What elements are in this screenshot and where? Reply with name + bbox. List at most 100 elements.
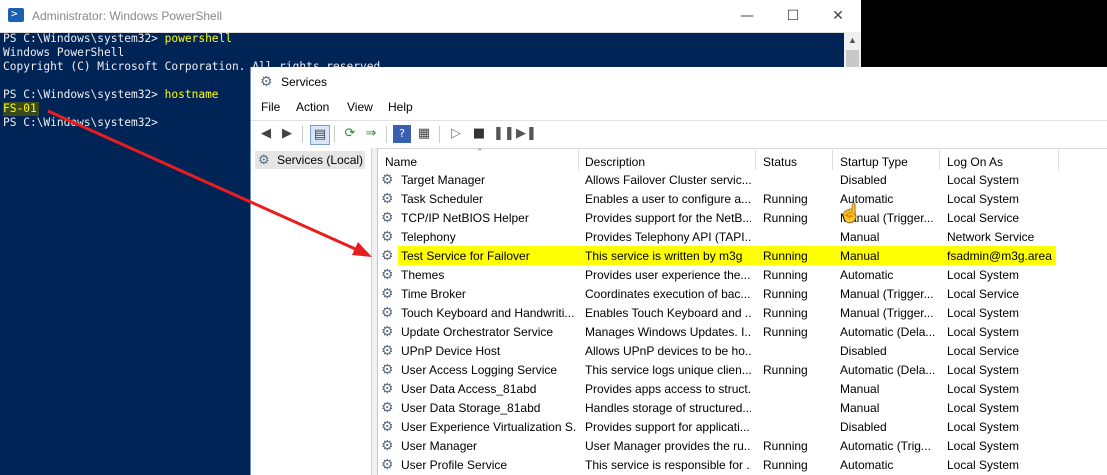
cell-startup: Automatic (Dela... [840,363,936,377]
hostname-output: FS-01 [3,102,39,116]
cell-logon: Local Service [947,211,1020,225]
properties-icon[interactable]: ▦ [415,125,433,143]
back-arrow-icon[interactable]: ◀ [257,125,275,143]
column-header-name[interactable]: Name [385,155,417,169]
forward-arrow-icon[interactable]: ▶ [278,125,296,143]
cell-desc: Provides apps access to struct... [585,382,751,396]
start-service-icon[interactable]: ▷ [447,125,465,143]
cell-name: Themes [401,268,445,282]
cell-logon: Local Service [947,344,1020,358]
cell-startup: Disabled [840,420,887,434]
cell-name: Touch Keyboard and Handwriti... [401,306,575,320]
tree-item-label: Services (Local) [277,153,364,167]
table-row[interactable]: ⚙ User Access Logging Service This service… [378,360,1107,379]
powershell-title: Administrator: Windows PowerShell [32,9,223,23]
console-line: PS C:\Windows\system32> hostname [3,88,219,101]
minimize-button[interactable]: — [724,0,770,32]
table-row[interactable]: ⚙ Update Orchestrator Service Manages Wind… [378,322,1107,341]
show-hide-tree-icon[interactable]: ▤ [310,125,330,145]
service-gear-icon: ⚙ [381,247,394,263]
table-row[interactable]: ⚙ User Data Access_81abd Provides apps acc… [378,379,1107,398]
export-list-icon[interactable]: ⇒ [362,125,380,143]
service-gear-icon: ⚙ [381,399,394,415]
cell-logon: Local System [947,458,1020,472]
table-row[interactable]: ⚙ TCP/IP NetBIOS Helper Provides support f… [378,208,1107,227]
cell-desc: Provides support for applicati... [585,420,750,434]
cell-logon: Local System [947,439,1020,453]
table-row[interactable]: ⚙ Themes Provides user experience the... Ru… [378,265,1107,284]
cell-status: Running [763,192,808,206]
cell-status: Running [763,363,808,377]
cell-startup: Manual [840,382,880,396]
service-gear-icon: ⚙ [381,228,394,244]
restart-service-icon[interactable]: ▶❚ [516,125,537,143]
service-gear-icon: ⚙ [381,342,394,358]
column-header-startup-type[interactable]: Startup Type [840,155,908,169]
cell-logon: Local System [947,173,1020,187]
cell-status: Running [763,287,808,301]
cell-startup: Manual [840,249,880,263]
table-row[interactable]: ⚙ User Profile Service This service is res… [378,455,1107,474]
menu-file[interactable]: File [261,100,280,114]
table-row[interactable]: ⚙ Touch Keyboard and Handwriti... Enables … [378,303,1107,322]
cell-startup: Manual (Trigger... [840,287,934,301]
scroll-up-icon[interactable]: ▲ [844,32,861,49]
services-list: ⌃ Name Description Status Startup Type L… [378,147,1107,475]
cell-name: User Experience Virtualization S... [401,420,576,434]
powershell-icon: > [8,7,24,22]
table-row[interactable]: ⚙ User Data Storage_81abd Handles storage … [378,398,1107,417]
cell-status: Running [763,211,808,225]
menu-action[interactable]: Action [296,100,329,114]
cell-name: User Access Logging Service [401,363,558,377]
services-titlebar[interactable]: ⚙ Services [251,67,1107,96]
cell-desc: Allows Failover Cluster servic... [585,173,751,187]
table-row[interactable]: ⚙ Target Manager Allows Failover Cluster s… [378,170,1107,189]
cell-status: Running [763,325,808,339]
table-row[interactable]: ⚙ User Manager User Manager provides the r… [378,436,1107,455]
tree-item-services-local[interactable]: ⚙ Services (Local) [255,151,365,169]
table-row[interactable]: ⚙ Task Scheduler Enables a user to configu… [378,189,1107,208]
cell-desc: This service is written by m3g [585,249,743,263]
cell-name: Update Orchestrator Service [401,325,554,339]
cell-name: Test Service for Failover [401,249,530,263]
pause-service-icon[interactable]: ❚❚ [493,125,515,143]
scroll-thumb[interactable] [846,50,859,68]
services-title: Services [281,75,328,89]
cell-startup: Automatic [840,268,894,282]
cell-startup: Automatic [840,458,894,472]
table-row[interactable]: ⚙ Telephony Provides Telephony API (TAPI..… [378,227,1107,246]
console-prompt[interactable]: PS C:\Windows\system32> [3,116,158,130]
cell-desc: Enables a user to configure a... [585,192,751,206]
help-icon[interactable]: ? [393,125,411,143]
powershell-titlebar[interactable]: > Administrator: Windows PowerShell — ☐ … [0,0,861,33]
menu-view[interactable]: View [347,100,373,114]
stop-service-icon[interactable]: ■ [470,125,488,143]
cell-name: Task Scheduler [401,192,484,206]
service-gear-icon: ⚙ [381,380,394,396]
cell-logon: Local System [947,325,1020,339]
maximize-button[interactable]: ☐ [770,0,816,32]
cell-name: UPnP Device Host [401,344,501,358]
cell-startup: Disabled [840,344,887,358]
table-row[interactable]: ⚙ UPnP Device Host Allows UPnP devices to … [378,341,1107,360]
cell-name: Time Broker [401,287,466,301]
close-button[interactable]: ✕ [815,0,861,32]
cell-name: User Manager [401,439,478,453]
column-header-log-on-as[interactable]: Log On As [947,155,1003,169]
column-header-description[interactable]: Description [585,155,645,169]
cell-logon: Local System [947,192,1020,206]
console-line: Windows PowerShell [3,46,125,59]
cell-desc: Allows UPnP devices to be ho... [585,344,751,358]
menu-bar: File Action View Help [251,96,1107,120]
service-gear-icon: ⚙ [381,361,394,377]
cell-name: User Data Storage_81abd [401,401,541,415]
cell-desc: This service is responsible for ... [585,458,751,472]
table-row[interactable]: ⚙ User Experience Virtualization S... Prov… [378,417,1107,436]
menu-help[interactable]: Help [388,100,413,114]
table-row-highlighted[interactable]: ⚙ Test Service for Failover This service i… [378,246,1107,265]
cell-startup: Manual [840,230,880,244]
table-row[interactable]: ⚙ Time Broker Coordinates execution of bac… [378,284,1107,303]
service-gear-icon: ⚙ [381,190,394,206]
refresh-icon[interactable]: ⟳ [341,125,359,143]
column-header-status[interactable]: Status [763,155,797,169]
